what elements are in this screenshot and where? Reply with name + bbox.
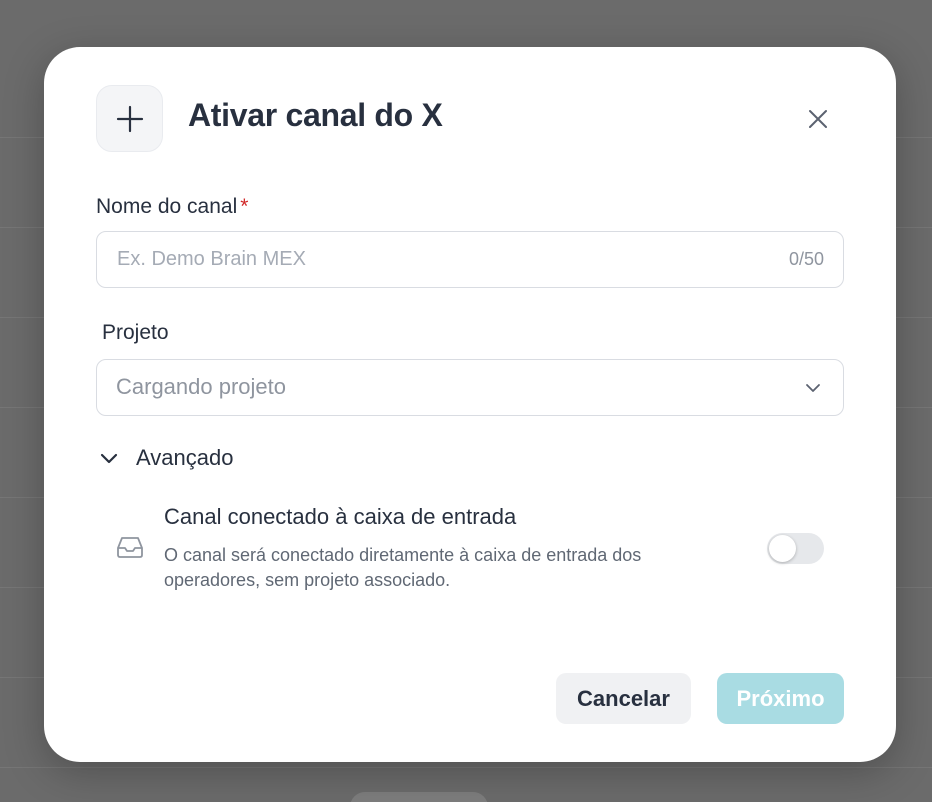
next-button[interactable]: Próximo <box>717 673 844 724</box>
close-icon <box>809 110 827 128</box>
character-counter: 0/50 <box>788 249 824 269</box>
background-divider <box>0 767 932 768</box>
activate-channel-dialog: Ativar canal do X Nome do canal* 0/50 Pr… <box>44 47 896 762</box>
advanced-section-toggle[interactable]: Avançado <box>98 445 233 471</box>
channel-name-label-text: Nome do canal <box>96 195 238 218</box>
dialog-title: Ativar canal do X <box>188 97 443 133</box>
background-badge <box>350 792 488 802</box>
inbox-connection-toggle[interactable] <box>767 533 824 564</box>
required-mark: * <box>240 195 249 218</box>
project-select-value: Cargando projeto <box>116 374 287 399</box>
cancel-button[interactable]: Cancelar <box>556 673 691 724</box>
inbox-option-title: Canal conectado à caixa de entrada <box>164 504 517 529</box>
close-button[interactable] <box>800 101 836 137</box>
chevron-down-icon <box>100 453 118 464</box>
channel-name-field[interactable]: 0/50 <box>96 231 844 288</box>
project-select[interactable]: Cargando projeto <box>96 359 844 416</box>
channel-name-input[interactable] <box>117 232 757 287</box>
project-label: Projeto <box>102 321 169 344</box>
advanced-label: Avançado <box>136 445 234 470</box>
channel-name-label: Nome do canal * <box>96 195 248 219</box>
plus-icon <box>96 85 163 152</box>
chevron-down-icon <box>806 384 820 392</box>
toggle-knob <box>769 535 796 562</box>
inbox-icon <box>117 537 143 558</box>
inbox-option-description: O canal será conectado diretamente à cai… <box>164 545 642 590</box>
